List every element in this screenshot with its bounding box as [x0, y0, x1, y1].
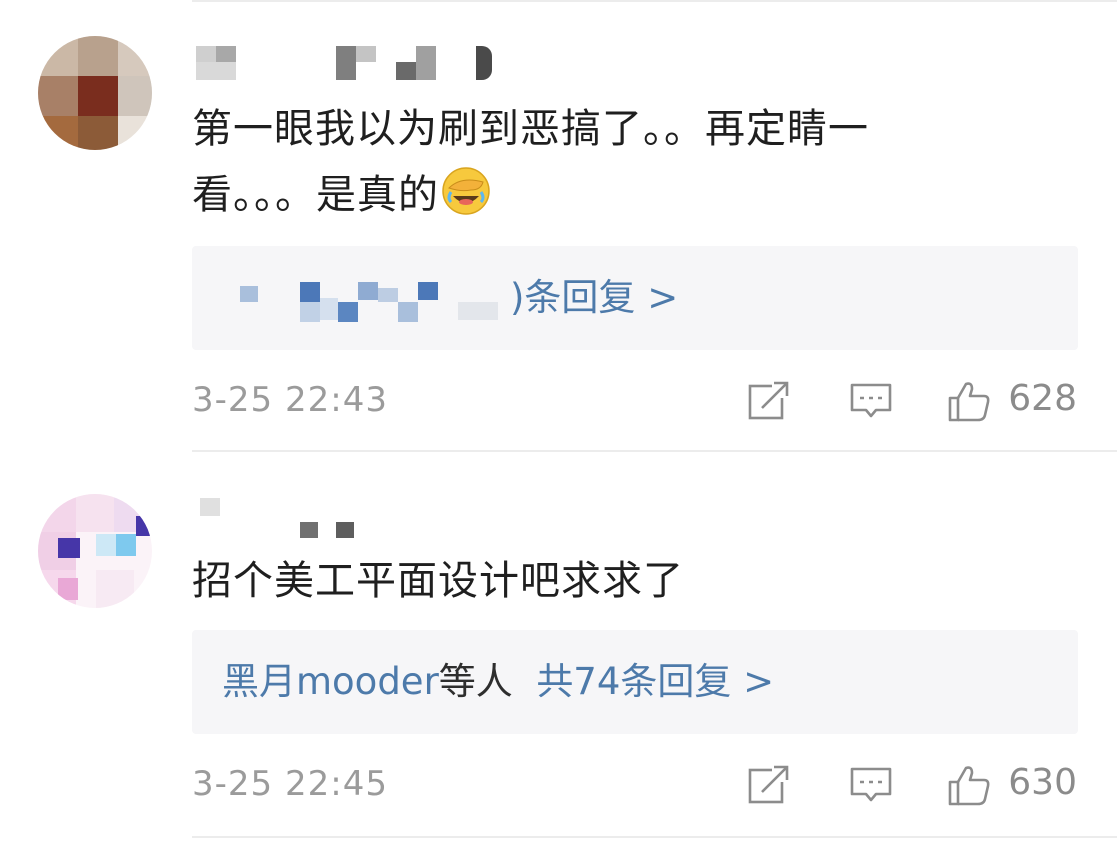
comment-item: 招个美工平面设计吧求求了 黑月mooder等人 共74条回复 > 3-25 22… [0, 452, 1117, 851]
comment-meta: 3-25 22:43 628 [0, 374, 1117, 434]
reply-summary: 黑月mooder等人 共74条回复 > [222, 654, 774, 710]
reply-others-label: 等人 [438, 660, 513, 703]
comment-item: 第一眼我以为刷到恶搞了。。再定睛一 看。。。是真的 )条回复 > 3-25 22… [0, 0, 1117, 452]
comment-icon[interactable] [848, 762, 894, 808]
username-mosaic[interactable] [196, 44, 516, 84]
bottom-divider [192, 836, 1117, 838]
reply-preview[interactable]: 黑月mooder等人 共74条回复 > [192, 630, 1078, 734]
comment-meta: 3-25 22:45 630 [0, 758, 1117, 818]
like-count: 630 [1008, 762, 1077, 803]
thumbs-up-icon[interactable] [946, 378, 992, 424]
comment-text-line: 第一眼我以为刷到恶搞了。。再定睛一 [192, 106, 869, 152]
avatar[interactable] [38, 36, 152, 150]
username-mosaic[interactable] [196, 498, 396, 538]
comment-text-line: 看。。。是真的 [192, 172, 439, 218]
share-edit-icon[interactable] [746, 378, 792, 424]
reply-count-link[interactable]: 共74条回复 > [536, 660, 774, 703]
share-edit-icon[interactable] [746, 762, 792, 808]
facepalm-laughing-emoji [442, 167, 490, 215]
comment-text: 第一眼我以为刷到恶搞了。。再定睛一 看。。。是真的 [192, 96, 1027, 228]
comment-icon[interactable] [848, 378, 894, 424]
reply-count-link[interactable]: )条回复 > [510, 270, 678, 326]
comment-text-line: 招个美工平面设计吧求求了 [192, 558, 684, 604]
timestamp: 3-25 22:43 [192, 380, 388, 420]
timestamp: 3-25 22:45 [192, 764, 388, 804]
reply-preview[interactable]: )条回复 > [192, 246, 1078, 350]
thumbs-up-icon[interactable] [946, 762, 992, 808]
reply-author-link[interactable]: 黑月mooder [222, 660, 439, 703]
avatar[interactable] [38, 494, 152, 608]
comment-text: 招个美工平面设计吧求求了 [192, 548, 1027, 614]
like-count: 628 [1008, 378, 1077, 419]
